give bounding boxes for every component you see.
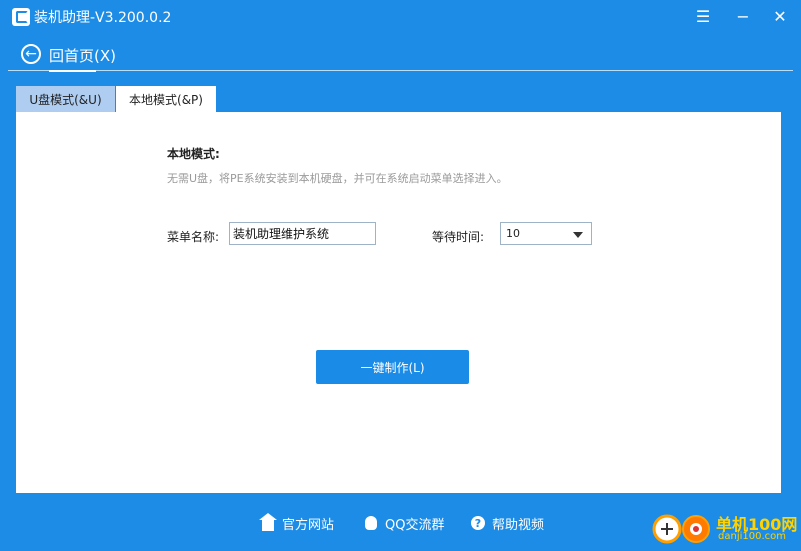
menu-name-input[interactable] xyxy=(229,222,376,245)
wait-time-select[interactable]: 10 xyxy=(500,222,592,245)
help-video-link[interactable]: ? 帮助视频 xyxy=(470,513,544,533)
close-icon[interactable]: ✕ xyxy=(767,4,793,28)
qq-icon xyxy=(363,515,379,531)
tab-local-mode[interactable]: 本地模式(&P) xyxy=(116,86,216,113)
tab-usb-mode[interactable]: U盘模式(&U) xyxy=(16,86,115,113)
watermark-logo xyxy=(652,514,710,544)
one-click-make-button[interactable]: 一键制作(L) xyxy=(316,350,469,384)
help-icon: ? xyxy=(470,515,486,531)
official-site-link[interactable]: 官方网站 xyxy=(259,512,335,533)
official-site-label: 官方网站 xyxy=(282,517,335,533)
qq-group-link[interactable]: QQ交流群 xyxy=(363,513,444,533)
header-divider xyxy=(8,70,793,71)
section-title: 本地模式: xyxy=(167,147,220,161)
back-home-link[interactable]: 回首页(X) xyxy=(49,45,116,66)
app-logo-icon xyxy=(12,8,30,26)
dropdown-arrow-icon xyxy=(573,232,583,238)
qq-group-label: QQ交流群 xyxy=(385,517,445,533)
wait-time-label: 等待时间: xyxy=(432,230,485,244)
back-home-underline xyxy=(49,70,96,72)
section-description: 无需U盘，将PE系统安装到本机硬盘，并可在系统启动菜单选择进入。 xyxy=(167,172,508,185)
arrow-left-icon[interactable]: ← xyxy=(21,44,41,64)
watermark-url: danji100.com xyxy=(718,531,786,542)
wait-time-value: 10 xyxy=(506,227,520,240)
menu-icon[interactable]: ☰ xyxy=(690,4,716,28)
minimize-icon[interactable]: − xyxy=(730,4,756,28)
help-video-label: 帮助视频 xyxy=(492,517,545,533)
window-title: 装机助理-V3.200.0.2 xyxy=(34,10,172,26)
menu-name-label: 菜单名称: xyxy=(167,230,220,244)
home-icon xyxy=(259,512,277,531)
